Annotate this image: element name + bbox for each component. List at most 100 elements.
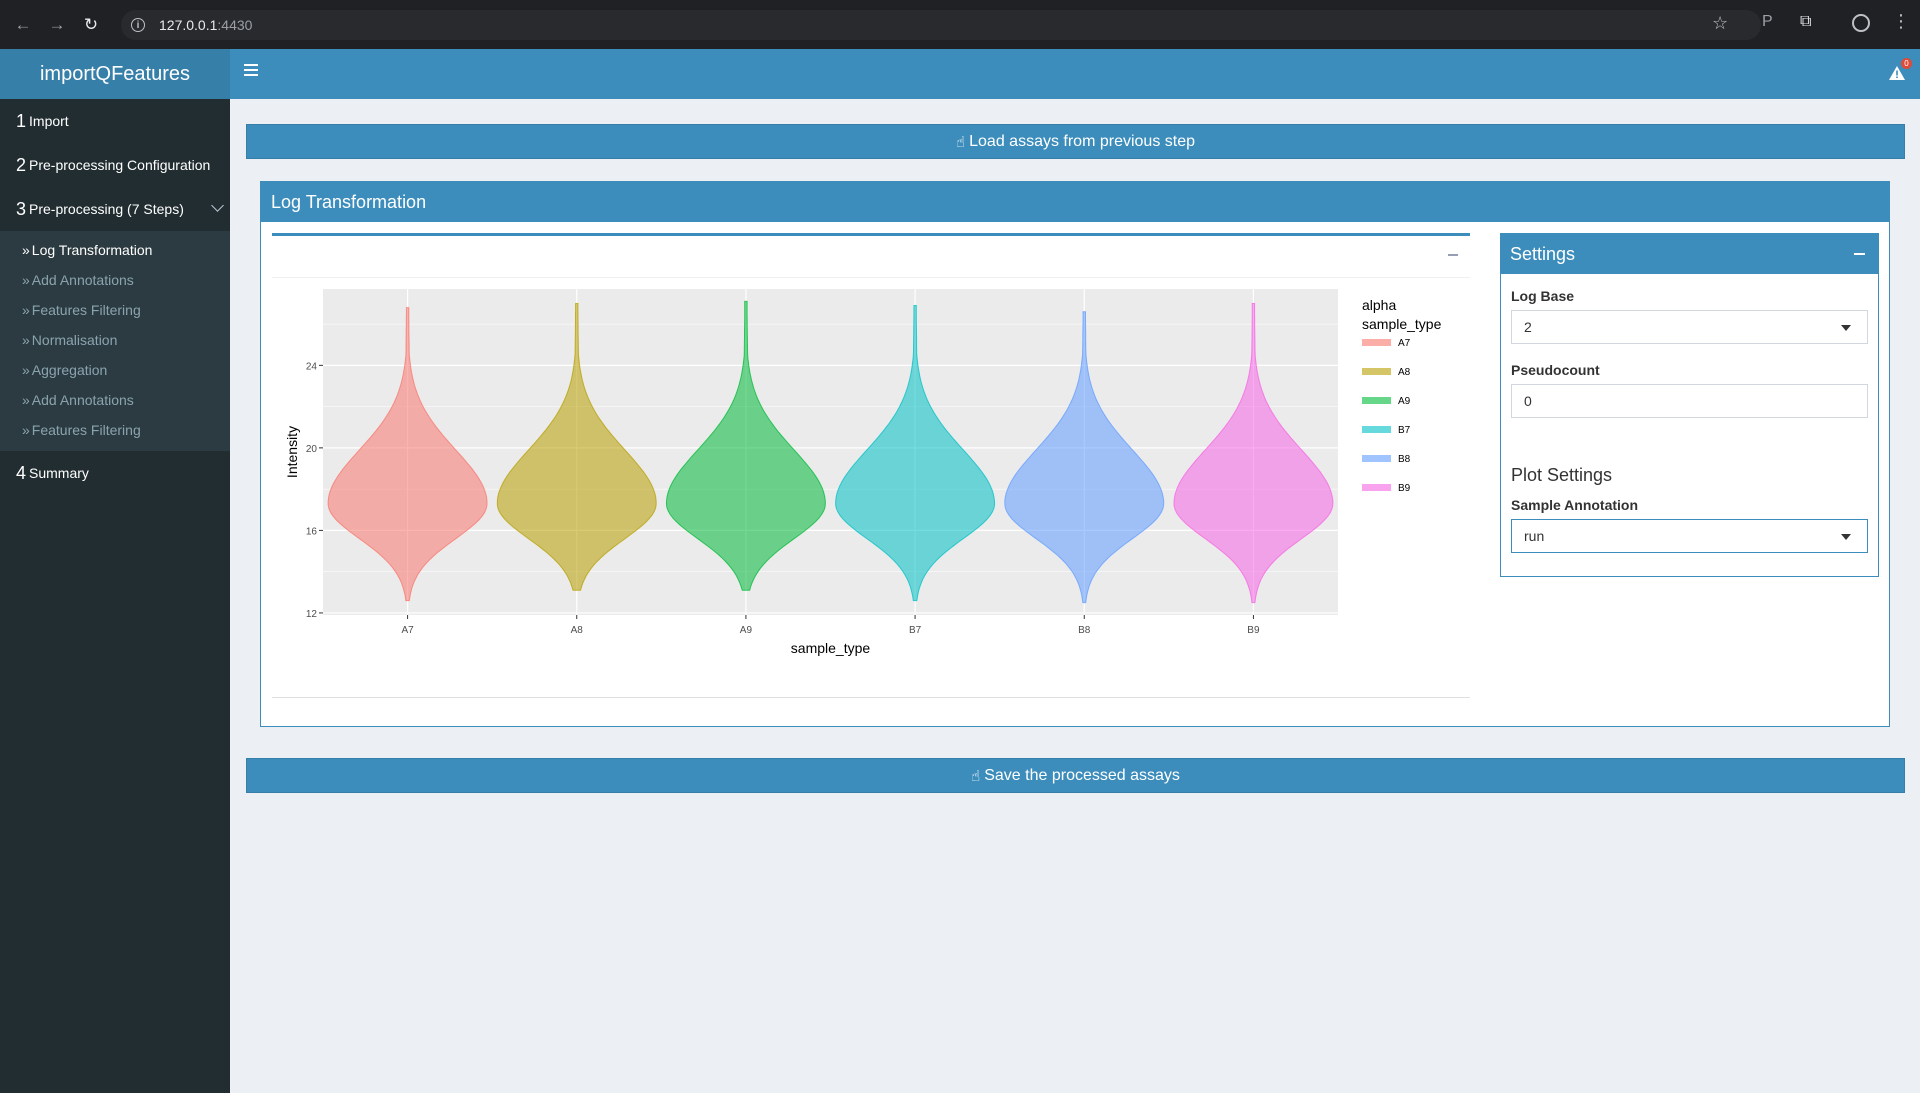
caret-down-icon: [1841, 325, 1851, 331]
url-port: :4430: [217, 17, 253, 33]
subitem-features-filtering[interactable]: » Features Filtering: [0, 295, 230, 325]
legend-swatch-a8: [1362, 368, 1391, 375]
pseudocount-value: 0: [1524, 393, 1532, 409]
double-chevron-right-icon: »: [22, 332, 30, 348]
sidebar-item-preprocessing-configuration[interactable]: 2 Pre-processing Configuration: [0, 143, 230, 187]
subitem-normalisation[interactable]: » Normalisation: [0, 325, 230, 355]
sidebar-item-import[interactable]: 1 Import: [0, 99, 230, 143]
sidebar-toggle-icon[interactable]: [244, 64, 258, 78]
legend-swatch-a7: [1362, 339, 1391, 346]
x-tick-label: A9: [740, 625, 753, 636]
url-host: 127.0.0.1: [159, 17, 218, 33]
sidebar-item-summary[interactable]: 4 Summary: [0, 451, 230, 495]
log-base-label: Log Base: [1511, 288, 1575, 304]
subitem-label: Add Annotations: [31, 272, 134, 288]
subitem-label: Features Filtering: [31, 302, 141, 318]
bookmark-star-icon[interactable]: ☆: [1712, 13, 1728, 34]
double-chevron-right-icon: »: [22, 422, 30, 438]
plot-background: [323, 289, 1338, 615]
pseudocount-input[interactable]: 0: [1511, 384, 1868, 418]
sidebar-item-label: Summary: [29, 465, 89, 481]
x-axis-label: sample_type: [791, 640, 871, 656]
y-axis: 12 16 20 24: [306, 361, 323, 620]
double-chevron-right-icon: »: [22, 302, 30, 318]
legend-title-line1: alpha: [1362, 297, 1396, 313]
app-header: importQFeatures: [0, 49, 1920, 99]
legend-label: B9: [1398, 483, 1411, 494]
load-assays-label: Load assays from previous step: [969, 132, 1196, 150]
reload-icon[interactable]: ↻: [80, 14, 102, 36]
sidebar-item-label: Import: [29, 113, 69, 129]
legend-label: B8: [1398, 454, 1411, 465]
chevron-down-icon: [211, 199, 224, 212]
double-chevron-right-icon: »: [22, 272, 30, 288]
sidebar-item-number: 2: [16, 154, 27, 175]
sample-annotation-label: Sample Annotation: [1511, 497, 1639, 513]
subitem-aggregation[interactable]: » Aggregation: [0, 355, 230, 385]
legend-title-line2: sample_type: [1362, 316, 1442, 332]
x-axis: A7 A8 A9 B7 B8 B9: [401, 615, 1260, 636]
double-chevron-right-icon: »: [22, 392, 30, 408]
pointer-hand-icon: ☝: [955, 133, 966, 151]
log-transformation-box: Log Transformation 12 16 20 24 A7 A8 A9 B7 B8 B9…: [260, 181, 1890, 727]
box-title: Log Transformation: [261, 182, 1889, 222]
app-title[interactable]: importQFeatures: [0, 49, 230, 99]
double-chevron-right-icon: »: [22, 242, 30, 258]
pointer-hand-icon: ☝: [971, 767, 981, 785]
x-tick-label: A8: [571, 625, 584, 636]
legend-swatch-b8: [1362, 455, 1391, 462]
legend-swatch-b7: [1362, 426, 1391, 433]
subitem-label: Add Annotations: [31, 392, 134, 408]
subitem-features-filtering-2[interactable]: » Features Filtering: [0, 415, 230, 445]
save-assays-label: Save the processed assays: [984, 766, 1180, 784]
y-axis-label: Intensity: [284, 426, 300, 478]
subitem-add-annotations-2[interactable]: » Add Annotations: [0, 385, 230, 415]
legend-label: A8: [1398, 367, 1411, 378]
y-tick-label: 12: [306, 609, 318, 620]
x-tick-label: B7: [909, 625, 922, 636]
extension-p-icon[interactable]: P: [1762, 13, 1773, 31]
plot-divider: [272, 697, 1470, 698]
sample-annotation-select[interactable]: run: [1511, 519, 1868, 553]
sidebar-item-number: 3: [16, 198, 27, 219]
extensions-puzzle-icon[interactable]: ⧉: [1800, 13, 1811, 31]
browser-menu-icon[interactable]: ⋮: [1892, 12, 1910, 30]
settings-title: Settings: [1510, 243, 1576, 264]
sidebar-item-label: Pre-processing (7 Steps): [29, 201, 184, 217]
sidebar-item-number: 4: [16, 462, 27, 483]
back-icon[interactable]: ←: [12, 14, 34, 36]
y-tick-label: 16: [306, 526, 318, 537]
subitem-label: Log Transformation: [31, 242, 153, 258]
legend-label: B7: [1398, 425, 1411, 436]
plot-settings-title: Plot Settings: [1511, 465, 1613, 485]
legend-swatch-a9: [1362, 397, 1391, 404]
y-tick-label: 24: [306, 361, 318, 372]
browser-toolbar: ← → ↻ i 127.0.0.1:4430 ☆ P ⧉ ⋮: [0, 0, 1920, 49]
settings-panel: Settings Log Base 2 Pseudocount 0 Plot S…: [1500, 233, 1879, 577]
load-assays-button[interactable]: ☝ Load assays from previous step: [246, 124, 1905, 159]
subitem-log-transformation[interactable]: » Log Transformation: [0, 235, 230, 265]
log-base-select[interactable]: 2: [1511, 310, 1868, 344]
forward-icon[interactable]: →: [46, 14, 68, 36]
site-info-icon[interactable]: i: [131, 18, 145, 32]
sidebar-item-preprocessing[interactable]: 3 Pre-processing (7 Steps): [0, 187, 230, 231]
subitem-label: Normalisation: [31, 332, 118, 348]
collapse-icon[interactable]: [1448, 254, 1458, 256]
address-bar[interactable]: i 127.0.0.1:4430: [121, 10, 1761, 40]
x-tick-label: B8: [1078, 625, 1091, 636]
profile-icon[interactable]: [1852, 14, 1870, 32]
alert-count-badge: 0: [1901, 58, 1912, 69]
collapse-icon[interactable]: [1854, 253, 1865, 255]
double-chevron-right-icon: »: [22, 362, 30, 378]
log-base-value: 2: [1524, 319, 1532, 335]
plot-panel: 12 16 20 24 A7 A8 A9 B7 B8 B9 Intensity sample_t…: [272, 233, 1470, 698]
pseudocount-label: Pseudocount: [1511, 362, 1600, 378]
violin-chart: 12 16 20 24 A7 A8 A9 B7 B8 B9 Intensity sample_t…: [284, 289, 1442, 656]
subitem-label: Features Filtering: [31, 422, 141, 438]
save-assays-button[interactable]: ☝ Save the processed assays: [246, 758, 1905, 793]
subitem-add-annotations[interactable]: » Add Annotations: [0, 265, 230, 295]
subitem-label: Aggregation: [31, 362, 108, 378]
x-tick-label: B9: [1247, 625, 1260, 636]
sidebar-item-label: Pre-processing Configuration: [29, 157, 211, 173]
y-tick-label: 20: [306, 444, 318, 455]
